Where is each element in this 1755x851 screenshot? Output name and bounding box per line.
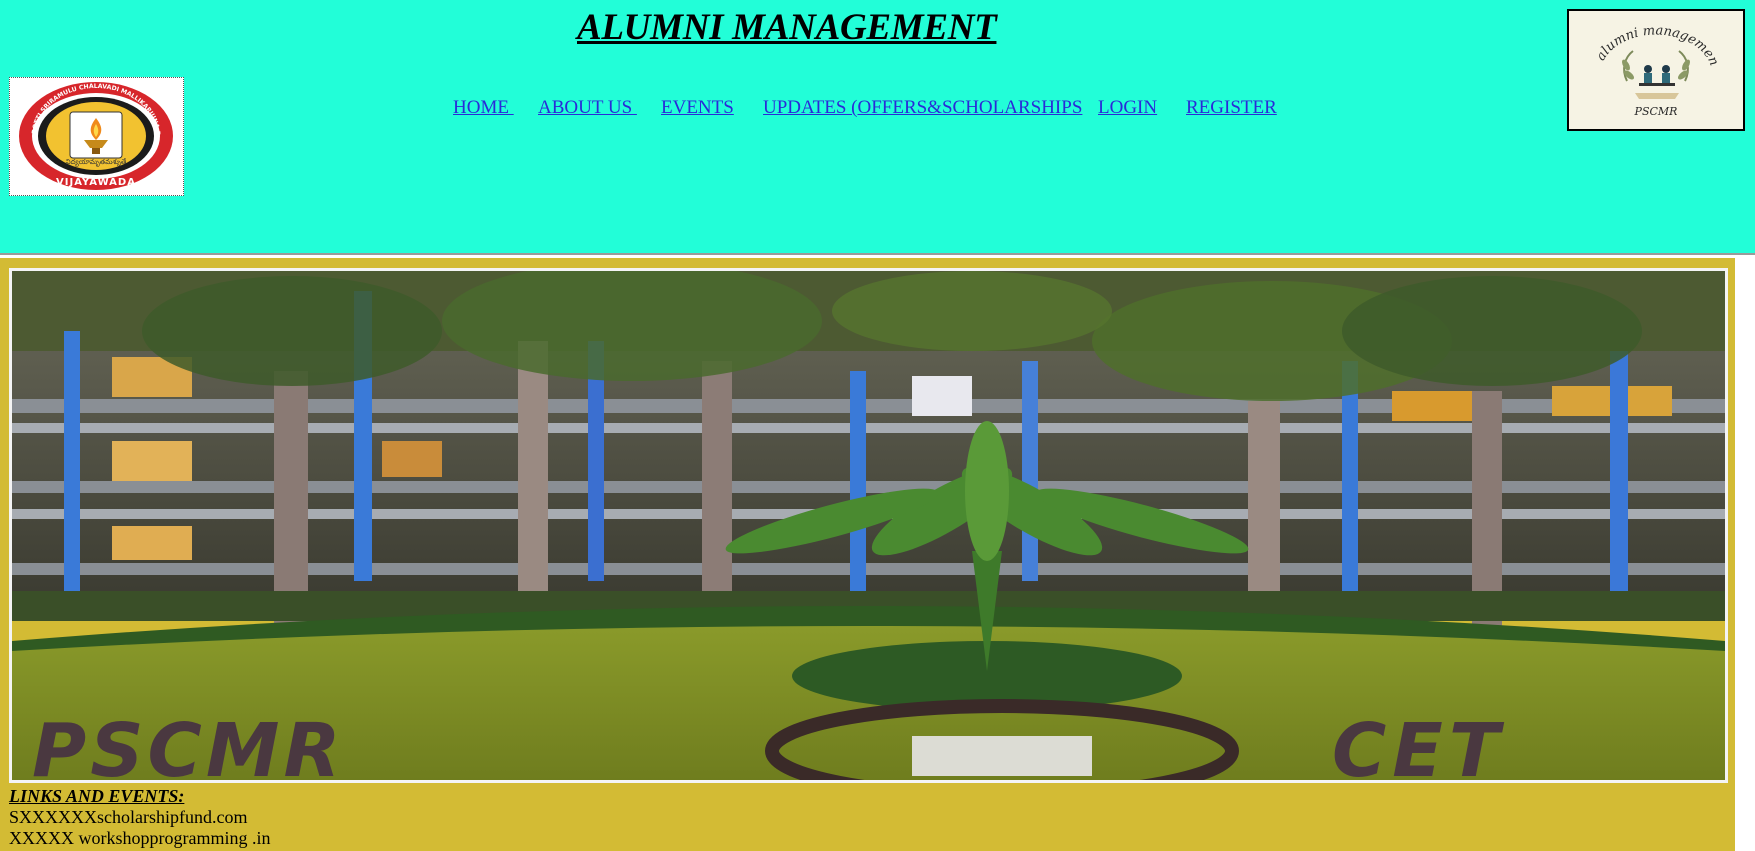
- college-logo: విద్యయామృతమశ్నుతే POTTI SRIRAMULU CHALAV…: [7, 73, 184, 196]
- banner-ground-text-right: CET: [1332, 708, 1505, 780]
- svg-text:alumni management: alumni management: [1569, 11, 1721, 68]
- links-event-item: XXXXX workshopprogramming .in: [9, 828, 271, 848]
- app-logo-caption: PSCMR: [1634, 105, 1678, 118]
- college-logo-script: విద్యయామృతమశ్నుతే: [66, 158, 127, 167]
- nav-events-link[interactable]: EVENTS: [661, 97, 734, 119]
- nav-home-link[interactable]: HOME: [453, 97, 514, 119]
- links-events-heading: LINKS AND EVENTS:: [9, 786, 185, 806]
- campus-banner-illustration: PSCMR CET: [12, 271, 1725, 780]
- campus-banner-image: PSCMR CET: [9, 268, 1728, 783]
- header-divider: [0, 253, 1755, 255]
- nav-login-link[interactable]: LOGIN: [1098, 97, 1157, 119]
- college-logo-city: VIJAYAWADA: [56, 177, 136, 188]
- app-logo: alumni management PSCMR: [1566, 0, 1745, 131]
- banner-ground-text-left: PSCMR: [32, 708, 344, 780]
- nav-updates-link[interactable]: UPDATES (OFFERS&SCHOLARSHIPS: [763, 97, 1082, 119]
- nav-about-link[interactable]: ABOUT US: [538, 97, 637, 119]
- college-logo-emblem: విద్యయామృతమశ్నుతే POTTI SRIRAMULU CHALAV…: [7, 73, 173, 190]
- app-logo-script: alumni management: [1566, 0, 1721, 68]
- app-logo-graphic: alumni management PSCMR: [1566, 0, 1721, 118]
- site-header: ALUMNI MANAGEMENT విద్యయామృతమశ్నుతే POTT…: [0, 0, 1755, 253]
- main-content: PSCMR CET LINKS AND EVENTS: SXXXXXXschol…: [0, 258, 1735, 851]
- site-title: ALUMNI MANAGEMENT: [577, 7, 997, 48]
- nav-register-link[interactable]: REGISTER: [1186, 97, 1277, 119]
- links-event-item: SXXXXXXscholarshipfund.com: [9, 807, 248, 827]
